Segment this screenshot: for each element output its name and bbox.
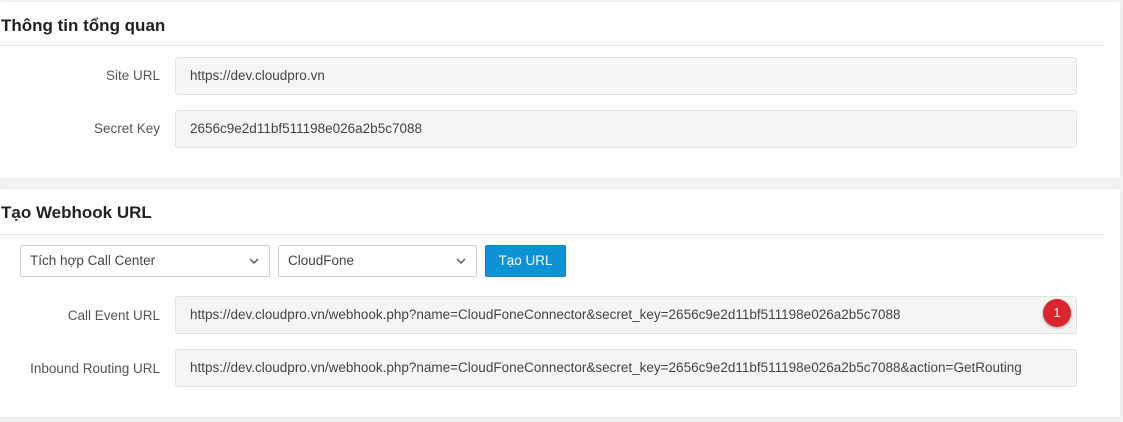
integration-select-value: Tích hợp Call Center <box>30 253 156 268</box>
inbound-routing-url-label: Inbound Routing URL <box>30 361 160 376</box>
inbound-routing-url-field[interactable]: https://dev.cloudpro.vn/webhook.php?name… <box>175 349 1077 387</box>
overview-panel: Thông tin tổng quan Site URL https://dev… <box>0 2 1120 178</box>
chevron-down-icon <box>249 258 259 264</box>
call-event-url-label: Call Event URL <box>67 308 160 323</box>
site-url-field[interactable]: https://dev.cloudpro.vn <box>175 57 1077 95</box>
secret-key-label: Secret Key <box>93 121 160 136</box>
provider-select[interactable]: CloudFone <box>278 245 477 277</box>
call-event-url-field[interactable]: https://dev.cloudpro.vn/webhook.php?name… <box>175 296 1077 334</box>
site-url-label: Site URL <box>105 68 160 83</box>
integration-select[interactable]: Tích hợp Call Center <box>20 245 270 277</box>
secret-key-field[interactable]: 2656c9e2d11bf511198e026a2b5c7088 <box>175 110 1077 148</box>
overview-title: Thông tin tổng quan <box>1 16 166 35</box>
webhook-panel: Tạo Webhook URL Tích hợp Call Center Clo… <box>0 189 1120 417</box>
webhook-title: Tạo Webhook URL <box>1 203 152 222</box>
divider <box>0 45 1104 46</box>
notification-badge: 1 <box>1043 299 1071 327</box>
create-url-button[interactable]: Tạo URL <box>485 245 566 277</box>
provider-select-value: CloudFone <box>288 253 355 268</box>
chevron-down-icon <box>456 258 466 264</box>
divider <box>0 234 1104 235</box>
